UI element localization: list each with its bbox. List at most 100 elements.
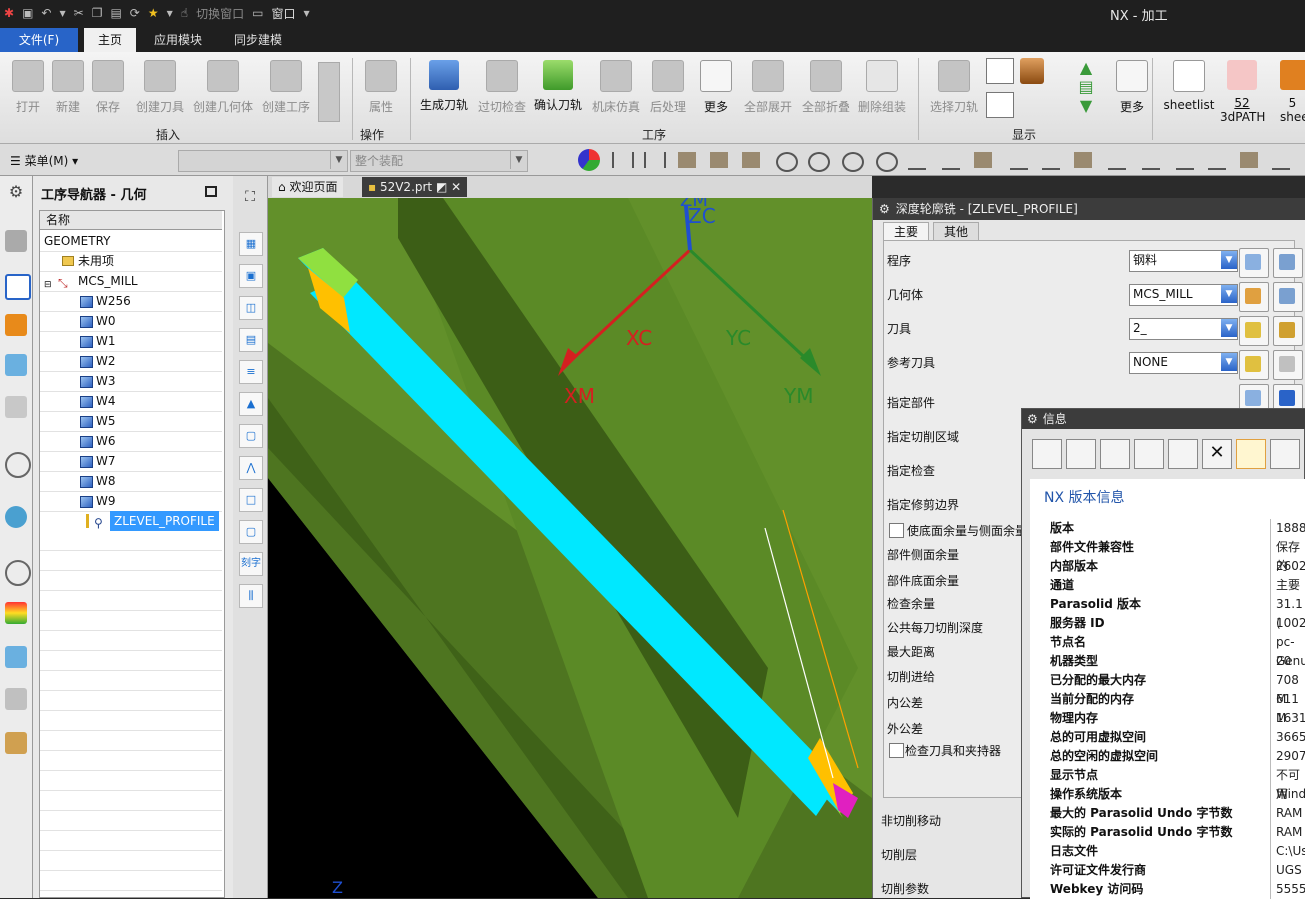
tree-row-mcs-mill[interactable]: ⊟ ⤡ MCS_MILL (40, 271, 222, 292)
menu-button[interactable]: ☰ 菜单(M) ▾ (10, 152, 78, 169)
tree-row-workpiece[interactable]: W3 (40, 371, 222, 392)
machine-tool-nav-icon[interactable] (5, 314, 27, 336)
snap-quadrant-icon[interactable] (876, 152, 898, 172)
drill-icon[interactable]: ▲ (239, 392, 263, 416)
gear-icon[interactable]: ⚙ (5, 182, 27, 204)
tree-row-workpiece[interactable]: W5 (40, 411, 222, 432)
tree-row-zlevel-profile[interactable]: ⚲ ZLEVEL_PROFILE (40, 511, 222, 532)
tool-display-icon[interactable] (1020, 58, 1044, 84)
create-operation-button[interactable]: 创建工序 (258, 56, 314, 128)
create-tool-button[interactable]: 创建刀具 (130, 56, 190, 128)
properties-button[interactable]: 属性 (356, 56, 406, 128)
tab-welcome[interactable]: ⌂ 欢迎页面 (272, 177, 344, 197)
snap-face-icon[interactable] (974, 152, 992, 168)
snap-tangent-icon[interactable] (1142, 152, 1160, 170)
snap-curve-icon[interactable] (1042, 152, 1060, 170)
edit-tool-button[interactable] (1273, 316, 1303, 346)
copy-icon[interactable]: ❐ (92, 6, 103, 20)
flowcut-icon[interactable]: ▢ (239, 424, 263, 448)
web-browser-icon[interactable] (5, 506, 27, 528)
streamline-icon[interactable]: ⫼ (239, 584, 263, 608)
snap-line-icon[interactable] (908, 152, 926, 170)
tree-row-workpiece[interactable]: W7 (40, 451, 222, 472)
snap-surface-icon[interactable] (1240, 152, 1258, 168)
gear-icon[interactable]: ⚙ (1022, 412, 1043, 426)
snap-polyline-icon[interactable] (1176, 152, 1194, 170)
assembly-combo[interactable]: 整个装配 ▼ (350, 150, 528, 172)
chevron-down-icon[interactable]: ▼ (303, 9, 309, 18)
history-icon[interactable] (5, 560, 31, 586)
filter-combo[interactable]: ▼ (178, 150, 348, 172)
tab-application[interactable]: 应用模块 (140, 28, 216, 52)
star-icon[interactable]: ★ (148, 6, 159, 20)
system-materials-icon[interactable] (5, 688, 27, 710)
tree-row-workpiece[interactable]: W6 (40, 431, 222, 452)
gear-icon[interactable]: ⚙ (873, 202, 896, 216)
program-select[interactable]: 钢料 ▼ (1129, 250, 1238, 272)
tree-row-workpiece[interactable]: W1 (40, 331, 222, 352)
touch-mode-icon[interactable]: ☝ (181, 6, 188, 20)
snap-grid-icon[interactable] (612, 152, 634, 168)
sheetlist-button[interactable]: sheetlist (1160, 56, 1218, 128)
fixed-contour-icon[interactable]: ≡ (239, 360, 263, 384)
display-toolpath-icon[interactable] (986, 58, 1014, 84)
snap-point-icon[interactable] (776, 152, 798, 172)
sheet-button[interactable]: 5 shee (1280, 56, 1305, 128)
cutting-params-label[interactable]: 切削参数 (881, 880, 929, 897)
feature-icon[interactable] (710, 152, 728, 168)
save-as-button[interactable] (1032, 439, 1062, 469)
tab-other[interactable]: 其他 (933, 222, 980, 242)
face-milling-icon[interactable]: ▦ (239, 232, 263, 256)
new-geometry-button[interactable] (1239, 282, 1269, 312)
snap-route-icon[interactable] (1272, 152, 1290, 170)
save-button[interactable]: 保存 (80, 56, 136, 128)
maximize-icon[interactable] (205, 186, 217, 197)
snap-spline-icon[interactable] (1108, 152, 1126, 170)
process-studio-icon[interactable] (5, 732, 27, 754)
part-nav-icon[interactable] (5, 354, 27, 376)
tab-main[interactable]: 主要 (883, 222, 930, 241)
tree-row-workpiece[interactable]: W0 (40, 311, 222, 332)
paste-icon[interactable]: ▤ (110, 6, 121, 20)
chevron-down-icon[interactable]: ▼ (167, 9, 173, 18)
cut-levels-label[interactable]: 切削层 (881, 846, 917, 863)
snap-bound-icon[interactable] (1208, 152, 1226, 170)
new-ref-tool-button[interactable] (1239, 350, 1269, 380)
roles-icon[interactable] (5, 646, 27, 668)
assembly-nav-icon[interactable] (5, 230, 27, 252)
paste-button[interactable] (1168, 439, 1198, 469)
move-up-down-icon[interactable]: ▲ ▤ ▼ (1076, 58, 1096, 116)
area-mill-icon[interactable]: □ (239, 488, 263, 512)
tab-home[interactable]: 主页 (84, 28, 137, 52)
more-button[interactable]: 更多 (688, 56, 744, 128)
engrave-text-icon[interactable]: 刻字 (239, 552, 263, 576)
close-icon[interactable]: ✕ (451, 180, 461, 194)
close-icon[interactable]: ✕ (1202, 439, 1232, 469)
profile-icon[interactable]: ▢ (239, 520, 263, 544)
find-button[interactable] (1236, 439, 1266, 469)
snap-solid-icon[interactable] (1074, 152, 1092, 168)
delete-group-button[interactable]: 删除组装 (854, 56, 910, 128)
cavity-mill-icon[interactable]: ◫ (239, 296, 263, 320)
snap-arc-icon[interactable] (842, 152, 864, 172)
machine-sim-button[interactable]: 机床仿真 (588, 56, 644, 128)
expand-all-button[interactable]: 全部展开 (740, 56, 796, 128)
tree-row-unused[interactable]: 未用项 (40, 251, 222, 272)
non-cutting-moves-label[interactable]: 非切削移动 (881, 812, 941, 829)
create-geometry-button[interactable]: 创建几何体 (190, 56, 256, 128)
edit-program-button[interactable] (1273, 248, 1303, 278)
file-menu-tab[interactable]: 文件(F) (0, 28, 78, 52)
print-button[interactable] (1066, 439, 1096, 469)
geometry-select[interactable]: MCS_MILL ▼ (1129, 284, 1238, 306)
snap-grid2-icon[interactable] (644, 152, 666, 168)
color-pie-icon[interactable] (578, 149, 600, 171)
thread-icon[interactable]: ⋀ (239, 456, 263, 480)
snap-intersect-icon[interactable] (942, 152, 960, 170)
fit-view-icon[interactable]: ⛶ (239, 186, 261, 208)
chevron-down-icon[interactable]: ▼ (59, 9, 65, 18)
select-toolpath-button[interactable]: 选择刀轨 (926, 56, 982, 128)
solid-body-icon[interactable] (678, 152, 696, 168)
overcut-check-button[interactable]: 过切检查 (474, 56, 530, 128)
snap-edge-icon[interactable] (1010, 152, 1028, 170)
edit-ref-tool-button[interactable] (1273, 350, 1303, 380)
